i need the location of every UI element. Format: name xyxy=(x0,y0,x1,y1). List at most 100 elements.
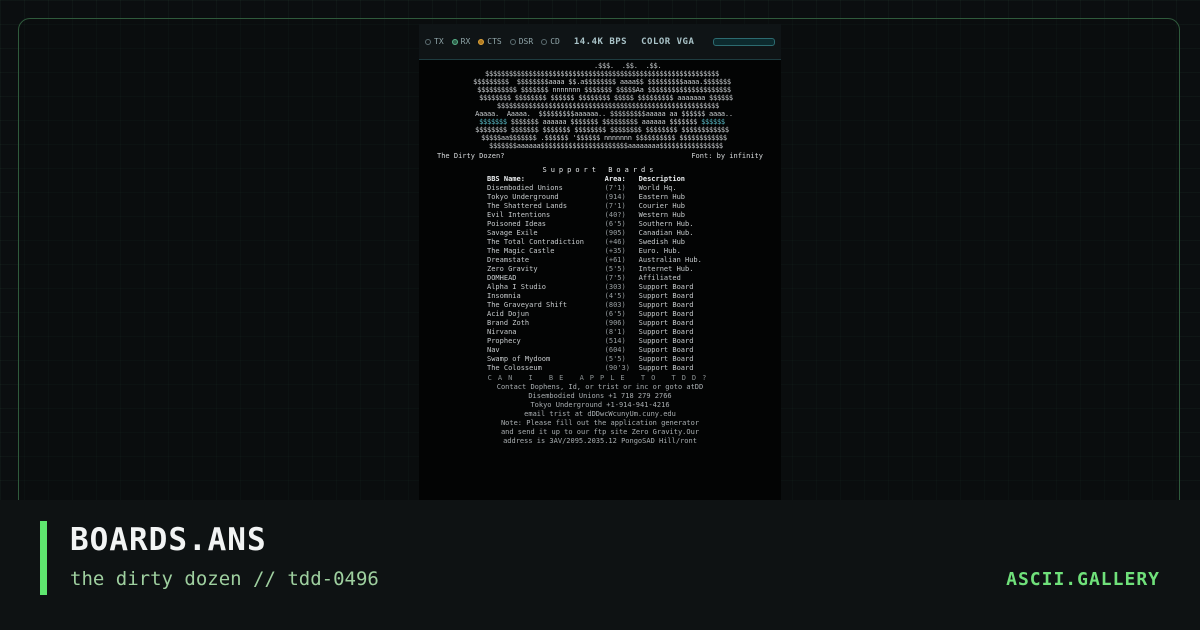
board-code: (4'5) xyxy=(604,292,626,300)
column-header: BBS Name: xyxy=(487,175,525,183)
board-code: (8'1) xyxy=(604,328,626,336)
board-code: (7'1) xyxy=(604,202,626,210)
table-row: DOMHEAD (7'5) Affiliated xyxy=(485,274,715,283)
table-row: The Magic Castle (+35) Euro. Hub. xyxy=(485,247,715,256)
board-rows: Disembodied Unions (7'1) World Hq. Tokyo Un… xyxy=(485,184,715,373)
led-icon xyxy=(425,38,431,45)
board-code: (40?) xyxy=(604,211,626,219)
ansi-viewer: TX RX CTS DSR CD 14.4K BPS COLOR VGA .$$… xyxy=(419,24,781,500)
board-desc: Support Board xyxy=(638,301,694,309)
artwork-title: BOARDS.ANS xyxy=(70,522,267,558)
board-name: Evil Intentions xyxy=(487,211,551,219)
table-row: The Graveyard Shift (803) Support Board xyxy=(485,301,715,310)
board-code: (6'5) xyxy=(604,220,626,228)
board-name: Poisoned Ideas xyxy=(487,220,547,228)
led-icon xyxy=(541,38,548,45)
board-desc: Internet Hub. xyxy=(638,265,694,273)
table-row: The Total Contradiction (+46) Swedish Hub xyxy=(485,238,715,247)
board-name: Swamp of Mydoom xyxy=(487,355,551,363)
board-desc: Southern Hub. xyxy=(638,220,694,228)
board-name: Zero Gravity xyxy=(487,265,538,273)
board-desc: Support Board xyxy=(638,283,694,291)
table-row: Tokyo Underground (914) Eastern Hub xyxy=(485,193,715,202)
board-desc: Support Board xyxy=(638,364,694,372)
board-code: (7'5) xyxy=(604,274,626,282)
board-name: Acid Dojun xyxy=(487,310,530,318)
art-captions: The Dirty Dozen? Font: by infinity xyxy=(419,152,781,161)
board-name: The Shattered Lands xyxy=(487,202,568,210)
color-mode: COLOR VGA xyxy=(641,36,695,47)
board-name: Savage Exile xyxy=(487,229,538,237)
caption-left: The Dirty Dozen? xyxy=(437,152,505,160)
board-name: The Graveyard Shift xyxy=(487,301,568,309)
indicator-tx: TX xyxy=(425,37,444,46)
board-desc: World Hq. xyxy=(638,184,677,192)
support-boards-table: BBS Name: Area: Description Disembodied … xyxy=(485,175,715,373)
board-code: (906) xyxy=(604,319,626,327)
board-desc: Canadian Hub. xyxy=(638,229,694,237)
table-row: Dreamstate (+61) Australian Hub. xyxy=(485,256,715,265)
indicator-cd: CD xyxy=(541,37,560,46)
table-row: Prophecy (514) Support Board xyxy=(485,337,715,346)
indicator-rx: RX xyxy=(451,37,470,46)
table-row: Savage Exile (905) Canadian Hub. xyxy=(485,229,715,238)
transfer-progress-bar xyxy=(713,37,775,46)
led-icon xyxy=(509,38,516,45)
contact-line: Contact Dophens, Id, or trist or inc or … xyxy=(496,383,704,391)
board-code: (514) xyxy=(604,337,626,345)
contact-line: Note: Please fill out the application ge… xyxy=(500,419,700,427)
board-name: Prophecy xyxy=(487,337,521,345)
board-desc: Support Board xyxy=(638,310,694,318)
table-row: Poisoned Ideas (6'5) Southern Hub. xyxy=(485,220,715,229)
site-brand-link[interactable]: ASCII.GALLERY xyxy=(1006,569,1160,590)
table-row: Zero Gravity (5'5) Internet Hub. xyxy=(485,265,715,274)
board-code: (303) xyxy=(604,283,626,291)
table-row: The Colosseum (90'3) Support Board xyxy=(485,364,715,373)
table-row: Nirvana (8'1) Support Board xyxy=(485,328,715,337)
board-code: (+35) xyxy=(604,247,626,255)
table-row: Brand Zoth (906) Support Board xyxy=(485,319,715,328)
board-desc: Eastern Hub xyxy=(638,193,685,201)
board-code: (+61) xyxy=(604,256,626,264)
board-name: Nav xyxy=(487,346,500,354)
board-code: (914) xyxy=(604,193,626,201)
board-code: (803) xyxy=(604,301,626,309)
board-desc: Support Board xyxy=(638,355,694,363)
indicator-cts: CTS xyxy=(478,37,502,46)
contact-line: address is 3AV/2095.2035.12 PongoSAD Hil… xyxy=(503,437,697,445)
board-name: Disembodied Unions xyxy=(487,184,563,192)
column-header: Description xyxy=(638,175,685,183)
board-name: DOMHEAD xyxy=(487,274,517,282)
board-name: Dreamstate xyxy=(487,256,530,264)
board-desc: Euro. Hub. xyxy=(638,247,681,255)
modem-status-bar: TX RX CTS DSR CD 14.4K BPS COLOR VGA xyxy=(419,24,781,60)
contact-line: email trist at dDDwcWcunyUm.cuny.edu xyxy=(524,410,676,418)
table-row: Disembodied Unions (7'1) World Hq. xyxy=(485,184,715,193)
table-row: Evil Intentions (40?) Western Hub xyxy=(485,211,715,220)
contact-line: Disembodied Unions +1 718 279 2766 xyxy=(528,392,672,400)
caption-footer: BOARDS.ANS the dirty dozen // tdd-0496 A… xyxy=(0,500,1200,630)
board-name: The Total Contradiction xyxy=(487,238,584,246)
board-desc: Support Board xyxy=(638,346,694,354)
table-row: Acid Dojun (6'5) Support Board xyxy=(485,310,715,319)
board-desc: Support Board xyxy=(638,337,694,345)
board-code: (905) xyxy=(604,229,626,237)
artwork-subtitle: the dirty dozen // tdd-0496 xyxy=(70,568,379,590)
table-row: Swamp of Mydoom (5'5) Support Board xyxy=(485,355,715,364)
led-icon xyxy=(451,38,458,45)
table-header-row: BBS Name: Area: Description xyxy=(485,175,715,184)
board-desc: Support Board xyxy=(638,319,694,327)
accent-bar xyxy=(40,521,47,595)
board-code: (7'1) xyxy=(604,184,626,192)
contact-line: and send it up to our ftp site Zero Grav… xyxy=(500,428,700,436)
board-code: (+46) xyxy=(604,238,626,246)
column-header: Area: xyxy=(604,175,626,183)
contact-line: Tokyo Underground +1-914-941-4216 xyxy=(530,401,670,409)
board-desc: Courier Hub xyxy=(638,202,685,210)
table-row: The Shattered Lands (7'1) Courier Hub xyxy=(485,202,715,211)
section-title: Support Boards xyxy=(542,166,658,174)
board-code: (90'3) xyxy=(604,364,630,372)
board-name: Alpha I Studio xyxy=(487,283,547,291)
table-row: Alpha I Studio (303) Support Board xyxy=(485,283,715,292)
board-name: Brand Zoth xyxy=(487,319,530,327)
